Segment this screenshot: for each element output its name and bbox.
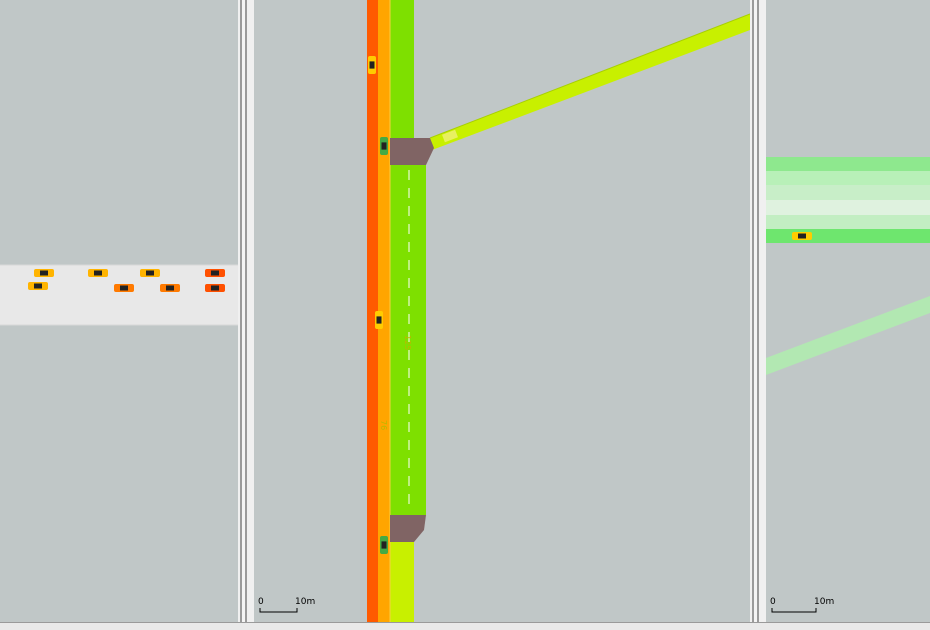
junction-lower[interactable] (390, 515, 426, 542)
vehicle[interactable] (205, 284, 225, 292)
vehicle[interactable] (34, 269, 54, 277)
vehicle[interactable] (375, 311, 383, 329)
junction-upper[interactable] (390, 138, 434, 165)
lane-2[interactable] (766, 171, 930, 185)
center-network-canvas: 76 125 0 10m (258, 0, 750, 622)
road-red-orange-lane[interactable] (367, 0, 378, 622)
vehicle[interactable] (28, 282, 48, 290)
road-green-upper[interactable] (390, 0, 414, 138)
vehicle[interactable] (140, 269, 160, 277)
right-network-view[interactable]: 0 10m (766, 0, 930, 622)
street-label-green-road: 125 (403, 335, 412, 350)
left-network-view[interactable] (0, 0, 238, 622)
vehicle[interactable] (380, 536, 388, 554)
scale-label-end: 10m (814, 597, 834, 607)
lane-5[interactable] (766, 215, 930, 229)
lane-3[interactable] (766, 185, 930, 200)
vehicle[interactable] (368, 56, 376, 74)
scale-bar: 0 10m (770, 597, 834, 613)
left-network-canvas (0, 264, 238, 326)
vehicle[interactable] (160, 284, 180, 292)
scale-bar: 0 10m (258, 597, 315, 613)
diagonal-road-edge (429, 13, 750, 139)
vehicle[interactable] (88, 269, 108, 277)
lane-1[interactable] (766, 157, 930, 171)
road-yellow-green-lower[interactable] (390, 542, 414, 622)
scale-label-start: 0 (258, 597, 264, 607)
view-divider-left[interactable] (238, 0, 254, 629)
scale-label-end: 10m (295, 597, 315, 607)
lane-6[interactable] (766, 229, 930, 243)
right-network-canvas: 0 10m (766, 157, 930, 613)
view-divider-right[interactable] (750, 0, 766, 629)
vehicle[interactable] (792, 232, 812, 240)
vehicle[interactable] (205, 269, 225, 277)
center-network-view[interactable]: 76 125 0 10m (254, 0, 750, 622)
street-label-orange-road: 76 (379, 420, 388, 430)
diagonal-road-right[interactable] (766, 296, 930, 375)
diagonal-road[interactable] (430, 14, 750, 150)
vehicle-group (792, 232, 812, 240)
vehicle[interactable] (114, 284, 134, 292)
lane-4[interactable] (766, 200, 930, 215)
scale-label-start: 0 (770, 597, 776, 607)
vehicle[interactable] (380, 137, 388, 155)
